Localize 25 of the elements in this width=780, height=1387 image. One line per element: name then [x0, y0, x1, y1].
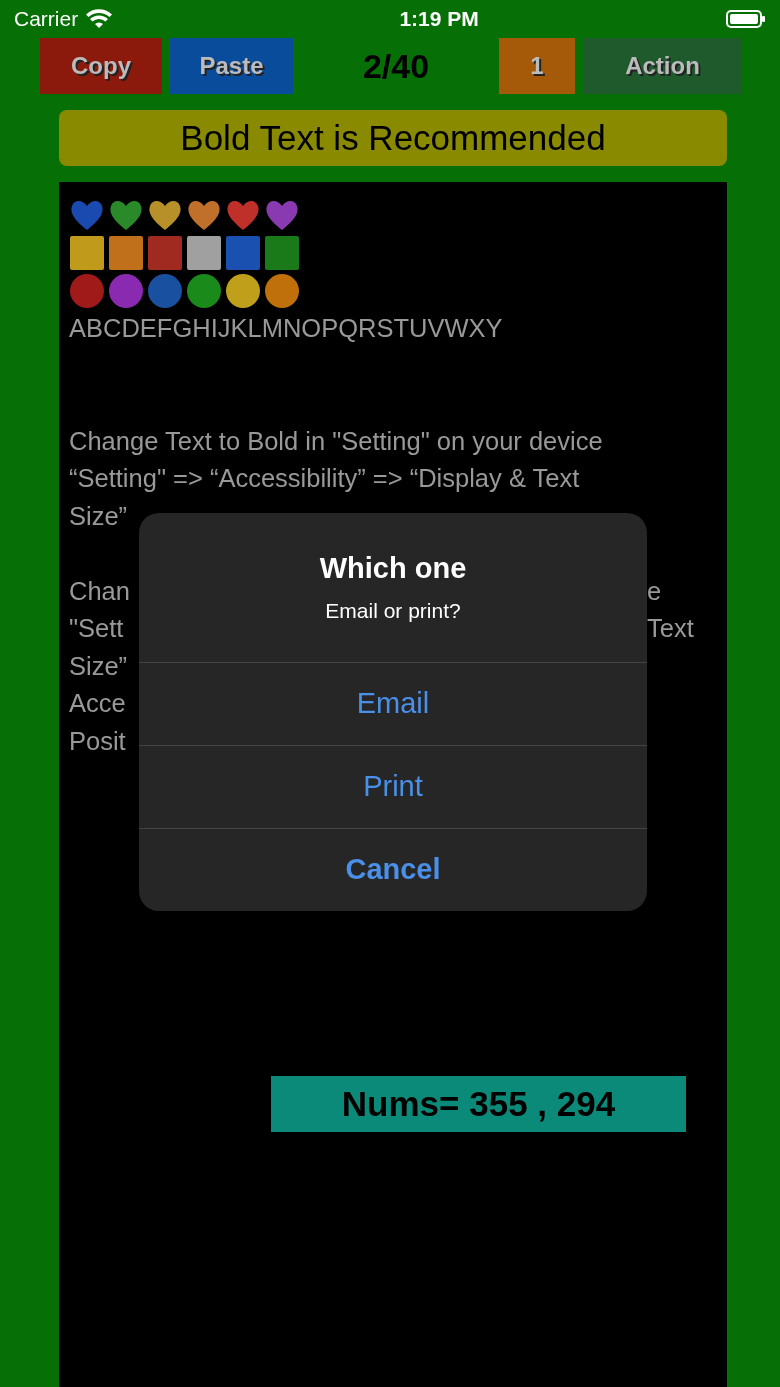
alert-title: Which one	[319, 551, 467, 586]
instruction-text: Text	[647, 613, 694, 644]
status-time: 1:19 PM	[399, 6, 479, 33]
toolbar-button[interactable]: Paste	[170, 38, 293, 94]
instruction-text: Size”	[69, 650, 128, 682]
banner-text: Bold Text is Recommended	[59, 110, 727, 166]
instruction-text: Posit	[69, 725, 126, 757]
instruction-text: Chan	[69, 575, 130, 607]
instruction-text: Change Text to Bold in "Setting" on your device “Setting" => “Accessibility” => “Display & Text Size”	[69, 425, 604, 532]
carrier-label: Carrier	[14, 6, 79, 33]
page-counter: 2/40	[361, 45, 431, 87]
alert-message: Email or print?	[325, 597, 461, 624]
instruction-text: "Sett	[69, 613, 124, 644]
alert-action-button[interactable]: Cancel	[139, 828, 647, 911]
alert-action-button[interactable]: Email	[139, 662, 647, 745]
toolbar-button[interactable]: Action	[583, 38, 742, 94]
wifi-icon	[86, 9, 113, 29]
toolbar-button[interactable]: Copy	[40, 38, 162, 94]
alert-action-button[interactable]: Print	[139, 745, 647, 828]
instruction-text: Acce	[69, 688, 126, 719]
alphabet-text: ABCDEFGHIJKLMNOPQRSTUVWXY	[69, 313, 504, 344]
battery-icon	[726, 9, 766, 29]
instruction-text: e	[647, 575, 662, 607]
toolbar-button[interactable]: 1	[499, 38, 575, 94]
nums-label: Nums= 355 , 294	[271, 1076, 686, 1132]
